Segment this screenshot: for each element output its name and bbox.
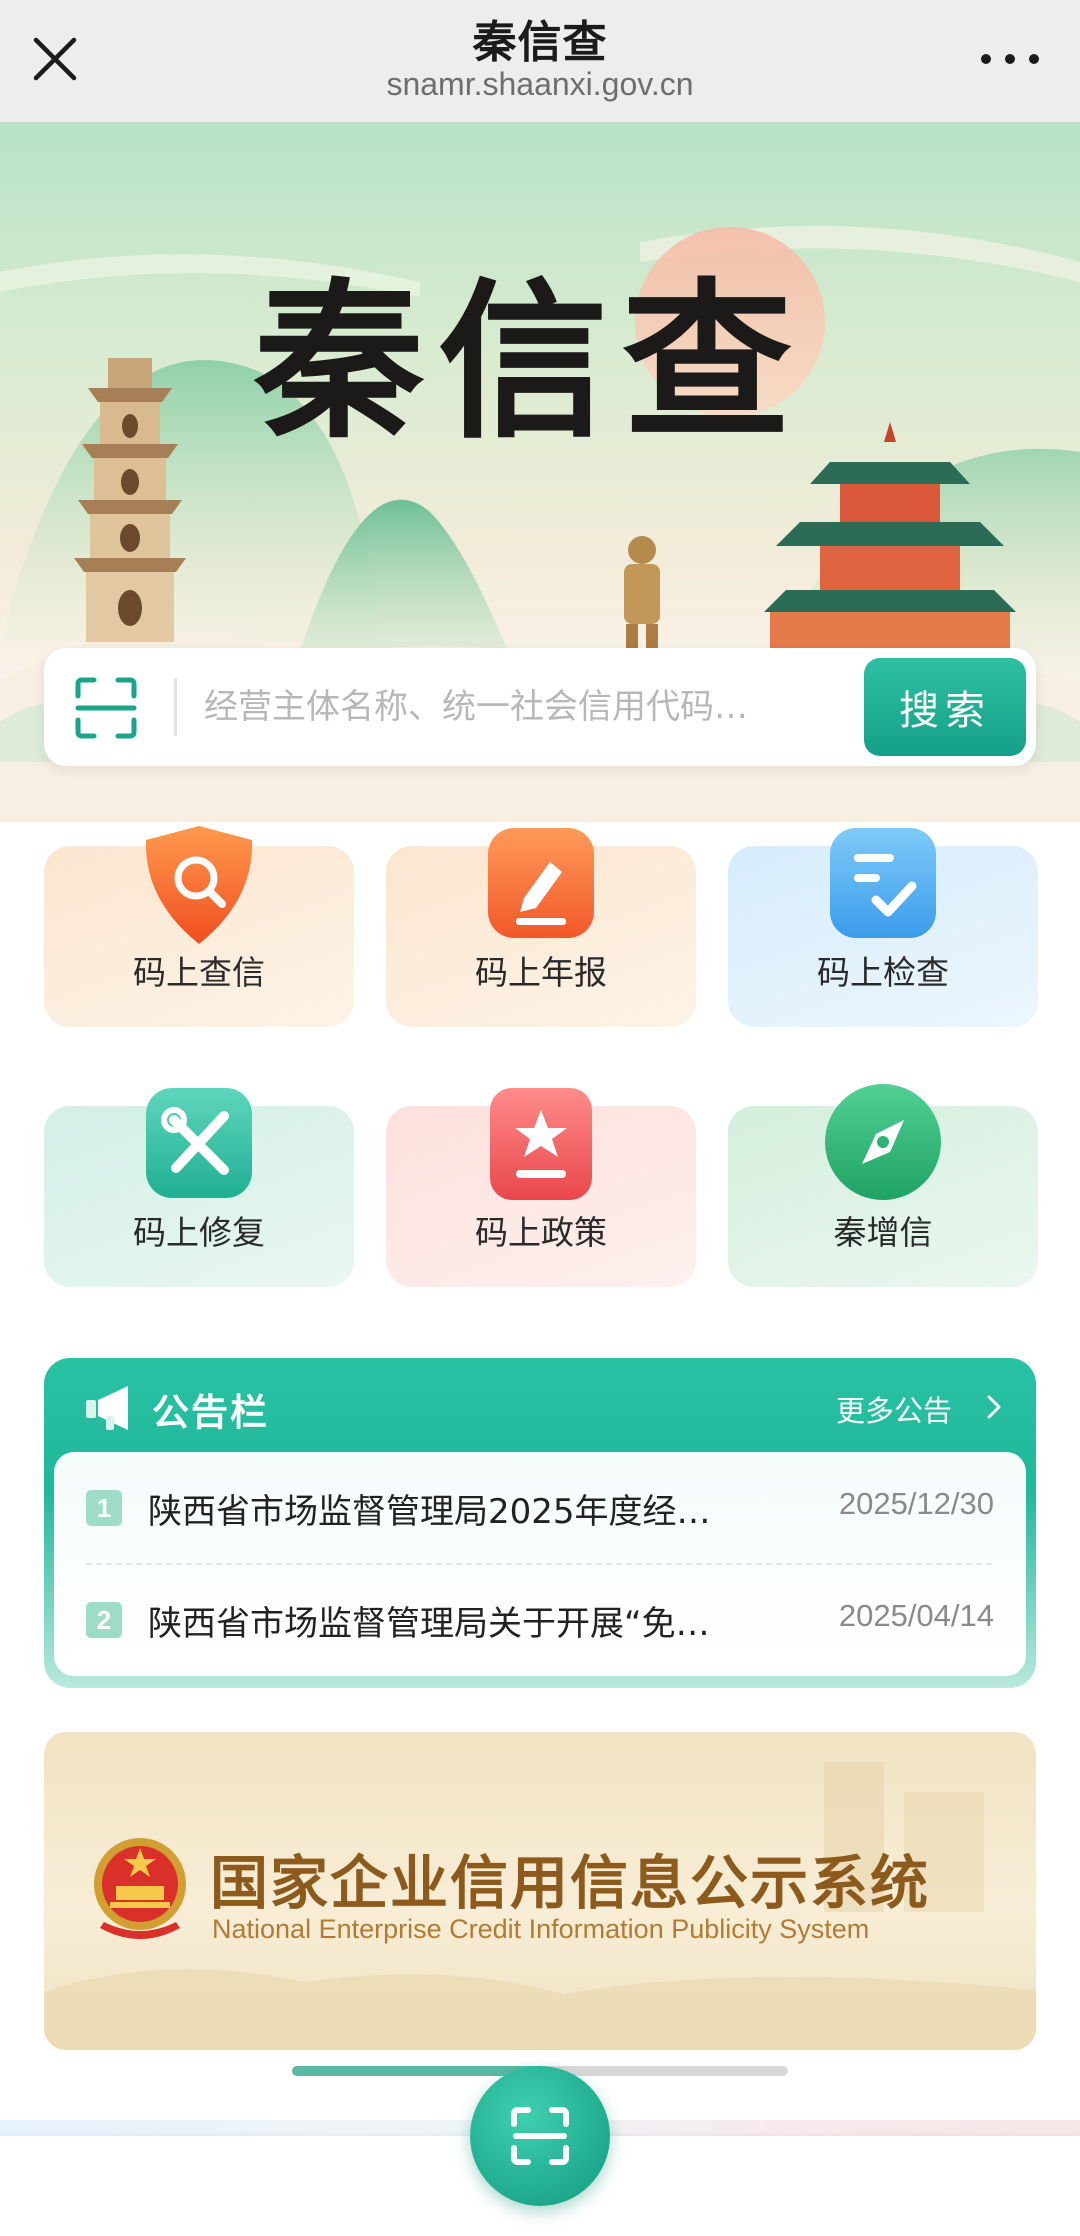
tile-label: 秦增信 [833, 1213, 933, 1252]
top-bar: 秦信查 snamr.shaanxi.gov.cn [0, 0, 1080, 122]
tile-credit-boost[interactable]: 秦增信 [728, 1080, 1038, 1287]
chevron-right-icon[interactable] [984, 1393, 1004, 1421]
notice-list: 1 陕西省市场监督管理局2025年度经… 2025/12/30 2 陕西省市场监… [54, 1452, 1026, 1676]
banner-title-cn: 国家企业信用信息公示系统 [210, 1849, 931, 1917]
notice-item[interactable]: 1 陕西省市场监督管理局2025年度经… 2025/12/30 [54, 1452, 1026, 1565]
tile-check-credit[interactable]: 码上查信 [44, 820, 354, 1027]
search-divider [174, 678, 177, 736]
more-notices-link[interactable]: 更多公告 [836, 1388, 952, 1430]
search-bar: 搜索 [44, 648, 1036, 766]
edit-report-icon [488, 828, 594, 938]
tile-label: 码上查信 [133, 953, 265, 992]
notice-number-badge: 2 [86, 1602, 122, 1638]
notice-item[interactable]: 2 陕西省市场监督管理局关于开展“免… 2025/04/14 [54, 1564, 1026, 1676]
notice-date: 2025/12/30 [838, 1486, 994, 1521]
banner-title-en: National Enterprise Credit Information P… [212, 1914, 870, 1944]
hero-title: 秦信查 [253, 262, 806, 462]
compass-icon [825, 1084, 941, 1200]
scan-icon [511, 2107, 569, 2165]
tile-inspection[interactable]: 码上检查 [728, 820, 1038, 1027]
page-domain: snamr.shaanxi.gov.cn [386, 66, 694, 102]
tile-label: 码上修复 [133, 1213, 265, 1252]
scan-button[interactable] [470, 2066, 610, 2206]
notice-title-text: 陕西省市场监督管理局2025年度经… [148, 1492, 711, 1532]
page-title: 秦信查 [472, 17, 608, 68]
more-icon [981, 54, 1039, 64]
tile-label: 码上年报 [475, 953, 607, 992]
notice-board-title: 公告栏 [152, 1391, 269, 1434]
scan-icon[interactable] [74, 676, 138, 740]
megaphone-icon [86, 1386, 128, 1430]
search-shield-icon [145, 826, 253, 944]
notice-date: 2025/04/14 [838, 1598, 994, 1633]
checklist-icon [830, 828, 936, 938]
tile-annual-report[interactable]: 码上年报 [386, 820, 696, 1027]
warrior-statue-illustration [624, 536, 660, 664]
tile-label: 码上检查 [817, 953, 949, 992]
national-credit-system-banner[interactable]: 国家企业信用信息公示系统 National Enterprise Credit … [44, 1732, 1036, 2050]
policy-star-icon [490, 1088, 592, 1200]
notice-board: 公告栏 更多公告 1 陕西省市场监督管理局2025年度经… 2025/12/30… [44, 1358, 1036, 1688]
more-button[interactable] [962, 26, 1058, 92]
tile-policy[interactable]: 码上政策 [386, 1080, 696, 1287]
search-button[interactable]: 搜索 [864, 658, 1026, 756]
tools-icon [146, 1088, 252, 1198]
notice-number-badge: 1 [86, 1490, 122, 1526]
tile-credit-repair[interactable]: 码上修复 [44, 1080, 354, 1287]
national-emblem-icon [94, 1838, 186, 1939]
tile-label: 码上政策 [475, 1213, 607, 1252]
notice-title-text: 陕西省市场监督管理局关于开展“免… [148, 1604, 710, 1644]
search-input[interactable] [204, 668, 894, 746]
